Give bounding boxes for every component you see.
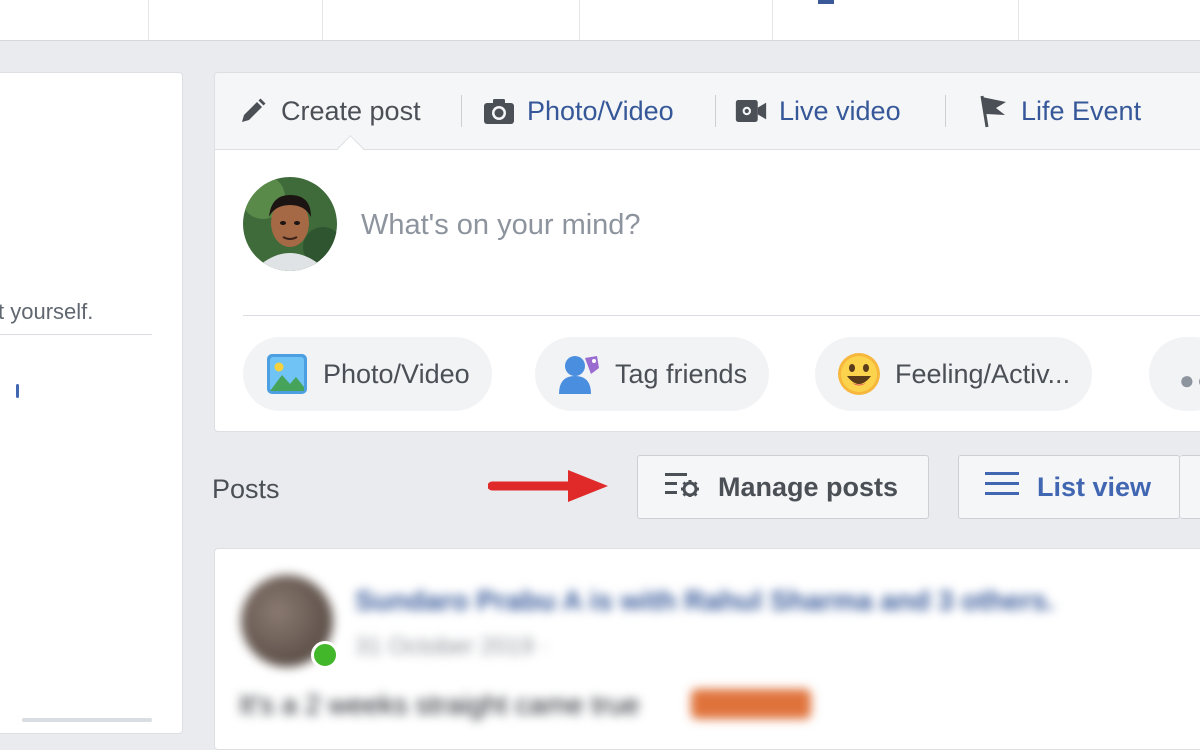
tab-photo-video-label: Photo/Video [527, 95, 674, 126]
nav-separator [148, 0, 149, 40]
tab-live-video-label: Live video [779, 95, 901, 126]
list-view-button[interactable]: List view [958, 455, 1180, 519]
whats-on-your-mind-input[interactable] [361, 203, 1141, 247]
post-author[interactable]: Sundaro Prabu A is with Rahul Sharma and… [355, 585, 1055, 617]
composer-tab-bar: Create post Photo/Video Live video Life … [215, 73, 1200, 150]
online-status-dot [311, 641, 339, 669]
tab-create-post[interactable]: Create post [237, 73, 421, 149]
manage-settings-icon [664, 471, 700, 504]
tab-separator [715, 95, 716, 127]
top-navigation-bar [0, 0, 1200, 41]
tab-life-event[interactable]: Life Event [977, 73, 1141, 149]
intro-bottom-bar [22, 718, 152, 722]
tag-friends-label: Tag friends [615, 358, 748, 389]
flag-icon [977, 95, 1009, 128]
nav-separator [1018, 0, 1019, 40]
post-composer: Create post Photo/Video Live video Life … [214, 72, 1200, 432]
intro-text: t yourself. [0, 299, 94, 324]
tab-live-video[interactable]: Live video [735, 73, 901, 149]
manage-posts-label: Manage posts [718, 471, 899, 502]
camera-icon [483, 95, 515, 127]
more-dots-icon: ●● [1179, 365, 1200, 395]
photo-video-button[interactable]: Photo/Video [243, 337, 492, 411]
tag-friends-icon [557, 352, 601, 396]
pencil-icon [237, 95, 269, 127]
nav-separator [322, 0, 323, 40]
composer-divider [243, 315, 1200, 316]
tab-separator [461, 95, 462, 127]
list-icon [985, 470, 1019, 505]
feeling-activity-button[interactable]: Feeling/Activ... [815, 337, 1093, 411]
grid-view-button[interactable] [1180, 455, 1200, 519]
feeling-activity-label: Feeling/Activ... [895, 358, 1071, 389]
post-body: It's a 2 weeks straight came true [239, 689, 640, 720]
tab-create-post-label: Create post [281, 95, 421, 126]
tag-friends-button[interactable]: Tag friends [535, 337, 770, 411]
video-camera-icon [735, 95, 767, 127]
post-emoji-strip [691, 689, 811, 719]
posts-heading: Posts [212, 474, 280, 504]
post-timestamp[interactable]: 31 October 2019 · [355, 633, 548, 661]
photo-icon [265, 352, 309, 396]
nav-separator [579, 0, 580, 40]
intro-link[interactable] [16, 384, 19, 398]
tab-life-event-label: Life Event [1021, 95, 1142, 126]
intro-card: t yourself. [0, 72, 183, 734]
active-tab-indicator [818, 0, 834, 4]
photo-video-label: Photo/Video [323, 358, 470, 389]
intro-divider [0, 334, 152, 335]
nav-separator [772, 0, 773, 40]
tab-photo-video[interactable]: Photo/Video [483, 73, 674, 149]
more-options-button[interactable]: ●● [1149, 337, 1200, 411]
manage-posts-button[interactable]: Manage posts [637, 455, 929, 519]
list-view-label: List view [1037, 471, 1152, 502]
smiley-icon [837, 352, 881, 396]
tab-separator [945, 95, 946, 127]
red-arrow-annotation [488, 470, 608, 502]
avatar[interactable] [243, 177, 337, 271]
